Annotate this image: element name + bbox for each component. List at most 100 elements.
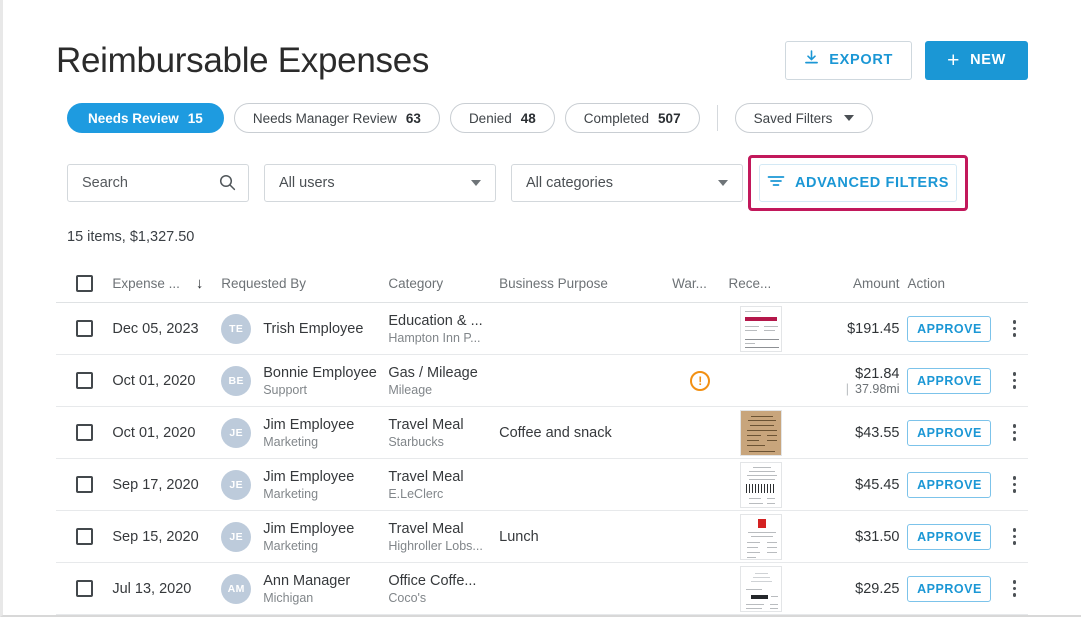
receipt-thumbnail[interactable] bbox=[739, 513, 782, 560]
row-checkbox[interactable] bbox=[75, 424, 93, 441]
select-all-checkbox[interactable] bbox=[75, 275, 93, 292]
receipt-cell[interactable] bbox=[728, 513, 792, 560]
chip-completed[interactable]: Completed 507 bbox=[564, 103, 700, 133]
requester-name: Trish Employee bbox=[263, 320, 364, 337]
table-row[interactable]: Sep 15, 2020 JE Jim Employee Marketing T… bbox=[56, 511, 1028, 563]
expense-date: Sep 17, 2020 bbox=[112, 476, 199, 493]
chip-label: Denied bbox=[468, 110, 512, 126]
table-row[interactable]: Dec 05, 2023 TE Trish Employee Education… bbox=[56, 303, 1028, 355]
amount-value: $191.45 bbox=[847, 320, 900, 337]
approve-button[interactable]: APPROVE bbox=[907, 315, 992, 342]
requester-department: Marketing bbox=[263, 486, 319, 501]
table-row[interactable]: Oct 01, 2020 JE Jim Employee Marketing T… bbox=[56, 407, 1028, 459]
row-checkbox[interactable] bbox=[75, 580, 93, 597]
row-select-cell bbox=[56, 580, 112, 597]
receipt-cell[interactable] bbox=[728, 409, 792, 456]
merchant-name: Mileage bbox=[388, 382, 433, 397]
download-icon bbox=[804, 50, 819, 70]
filter-bar: All users All categories bbox=[67, 164, 743, 202]
column-amount[interactable]: Amount bbox=[793, 276, 908, 291]
chip-count: 48 bbox=[520, 110, 536, 126]
row-menu-icon[interactable] bbox=[1009, 472, 1021, 497]
warning-cell[interactable]: ! bbox=[672, 370, 728, 391]
approve-button[interactable]: APPROVE bbox=[907, 419, 992, 446]
category-name: Gas / Mileage bbox=[388, 364, 478, 381]
warning-icon[interactable]: ! bbox=[690, 370, 711, 391]
receipt-cell[interactable] bbox=[728, 565, 792, 612]
category-name: Travel Meal bbox=[388, 520, 464, 537]
chip-needs-manager-review[interactable]: Needs Manager Review 63 bbox=[233, 103, 440, 133]
chip-needs-review[interactable]: Needs Review 15 bbox=[67, 103, 224, 133]
merchant-name: Coco's bbox=[388, 590, 427, 605]
approve-button[interactable]: APPROVE bbox=[907, 523, 992, 550]
chip-label: Needs Manager Review bbox=[252, 110, 397, 126]
new-label: NEW bbox=[970, 52, 1006, 68]
row-select-cell bbox=[56, 528, 112, 545]
receipt-cell[interactable] bbox=[728, 305, 792, 352]
category-name: Office Coffe... bbox=[388, 572, 477, 589]
requested-by-cell: JE Jim Employee Marketing bbox=[221, 417, 388, 449]
chevron-down-icon bbox=[718, 180, 728, 186]
row-menu-icon[interactable] bbox=[1009, 524, 1021, 549]
row-checkbox[interactable] bbox=[75, 320, 93, 337]
advanced-filters-label: ADVANCED FILTERS bbox=[794, 175, 950, 191]
amount-cell: $29.25 bbox=[793, 581, 908, 597]
table-row[interactable]: Jul 13, 2020 AM Ann Manager Michigan Off… bbox=[56, 563, 1028, 615]
table-row[interactable]: Oct 01, 2020 BE Bonnie Employee Support … bbox=[56, 355, 1028, 407]
requested-by-cell: JE Jim Employee Marketing bbox=[221, 521, 388, 553]
receipt-thumbnail[interactable] bbox=[739, 565, 782, 612]
search-field[interactable] bbox=[67, 164, 249, 202]
amount-value: $21.84 bbox=[855, 365, 900, 382]
amount-cell: $45.45 bbox=[793, 477, 908, 493]
column-category[interactable]: Category bbox=[388, 276, 499, 291]
approve-button[interactable]: APPROVE bbox=[907, 471, 992, 498]
merchant-name: Starbucks bbox=[388, 434, 444, 449]
users-select[interactable]: All users bbox=[264, 164, 496, 202]
chip-denied[interactable]: Denied 48 bbox=[449, 103, 555, 133]
chip-saved-filters[interactable]: Saved Filters bbox=[734, 103, 874, 133]
category-name: Travel Meal bbox=[388, 416, 464, 433]
column-expense-date[interactable]: Expense ... ↓ bbox=[112, 276, 221, 291]
row-menu-icon[interactable] bbox=[1009, 316, 1021, 341]
category-cell: Travel Meal Highroller Lobs... bbox=[388, 521, 499, 553]
receipt-thumbnail[interactable] bbox=[739, 409, 782, 456]
receipt-thumbnail[interactable] bbox=[739, 305, 782, 352]
chip-count: 63 bbox=[405, 110, 421, 126]
expense-date: Oct 01, 2020 bbox=[112, 424, 196, 441]
column-warnings[interactable]: War... bbox=[672, 276, 728, 291]
category-cell: Education & ... Hampton Inn P... bbox=[388, 313, 499, 345]
column-requested-by[interactable]: Requested By bbox=[221, 276, 388, 291]
export-button[interactable]: EXPORT bbox=[785, 40, 913, 80]
amount-cell: $31.50 bbox=[793, 529, 908, 545]
row-checkbox[interactable] bbox=[75, 476, 93, 493]
avatar: JE bbox=[221, 469, 252, 500]
avatar: JE bbox=[221, 521, 252, 552]
column-business-purpose[interactable]: Business Purpose bbox=[499, 276, 672, 291]
table-row[interactable]: Sep 17, 2020 JE Jim Employee Marketing T… bbox=[56, 459, 1028, 511]
row-checkbox[interactable] bbox=[75, 528, 93, 545]
requester-name: Jim Employee bbox=[263, 520, 355, 537]
advanced-filters-button[interactable]: ADVANCED FILTERS bbox=[759, 164, 957, 202]
receipt-cell[interactable] bbox=[728, 461, 792, 508]
requested-by-cell: TE Trish Employee bbox=[221, 313, 388, 344]
approve-button[interactable]: APPROVE bbox=[907, 575, 992, 602]
column-receipt[interactable]: Rece... bbox=[728, 276, 792, 291]
receipt-thumbnail[interactable] bbox=[739, 461, 782, 508]
export-label: EXPORT bbox=[829, 52, 894, 68]
expense-date: Oct 01, 2020 bbox=[112, 372, 196, 389]
categories-select[interactable]: All categories bbox=[511, 164, 743, 202]
row-checkbox[interactable] bbox=[75, 372, 93, 389]
amount-value: $45.45 bbox=[855, 476, 900, 493]
row-menu-icon[interactable] bbox=[1009, 368, 1021, 393]
approve-button[interactable]: APPROVE bbox=[907, 367, 992, 394]
category-name: Travel Meal bbox=[388, 468, 464, 485]
page-header: Reimbursable Expenses EXPORT + NEW bbox=[56, 34, 1028, 86]
amount-cell: $21.84 | 37.98mi bbox=[793, 366, 908, 396]
row-menu-icon[interactable] bbox=[1009, 576, 1021, 601]
category-cell: Gas / Mileage Mileage bbox=[388, 365, 499, 397]
row-menu-icon[interactable] bbox=[1009, 420, 1021, 445]
new-button[interactable]: + NEW bbox=[925, 40, 1028, 80]
avatar: TE bbox=[221, 313, 252, 344]
select-all-cell bbox=[56, 275, 112, 292]
amount-value: $31.50 bbox=[855, 528, 900, 545]
